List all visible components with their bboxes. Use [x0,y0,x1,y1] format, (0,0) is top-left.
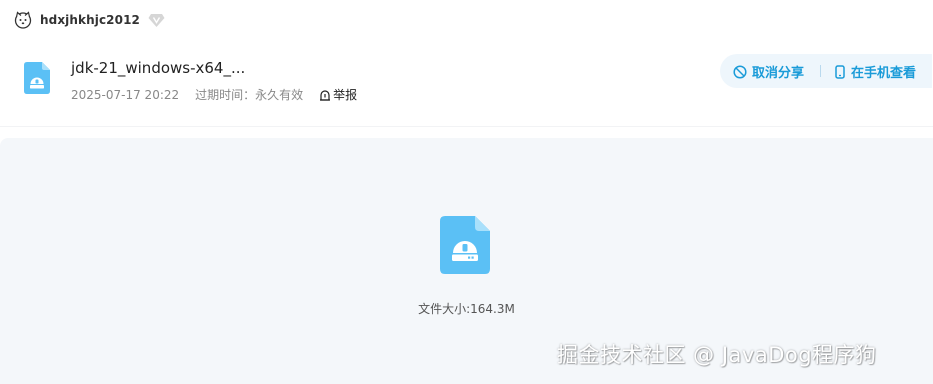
alarm-icon [320,89,331,101]
file-date: 2025-07-17 20:22 [71,87,180,102]
watermark: 掘金技术社区 @ JavaDog程序狗 [557,343,877,367]
view-on-phone-button[interactable]: 在手机查看 [834,62,916,81]
file-icon [24,62,50,94]
pill-divider [820,65,821,77]
view-on-phone-label: 在手机查看 [851,66,917,81]
file-size-value: 164.3M [470,302,515,316]
header-divider [0,126,933,127]
report-link[interactable]: 举报 [319,86,357,103]
cancel-share-label: 取消分享 [752,66,805,81]
report-label: 举报 [333,88,358,102]
expire-value: 永久有效 [255,88,304,102]
file-name: jdk-21_windows-x64_... [71,59,246,77]
dog-avatar-icon[interactable] [14,11,32,29]
share-actions: 取消分享 在手机查看 [720,54,932,88]
vip-diamond-icon [148,13,165,28]
file-icon-large [440,216,490,274]
phone-icon [835,64,845,79]
user-row: hdxjhkhjc2012 [14,10,165,30]
expire-label: 过期时间： [195,88,256,102]
username[interactable]: hdxjhkhjc2012 [40,13,140,27]
file-size: 文件大小:164.3M [0,300,933,317]
ban-icon [733,64,747,79]
file-size-label: 文件大小: [418,302,471,316]
file-meta: 2025-07-17 20:22 过期时间： 永久有效 举报 [71,86,357,103]
file-preview-panel: 文件大小:164.3M 掘金技术社区 @ JavaDog程序狗 [0,138,933,384]
cancel-share-button[interactable]: 取消分享 [733,62,804,81]
